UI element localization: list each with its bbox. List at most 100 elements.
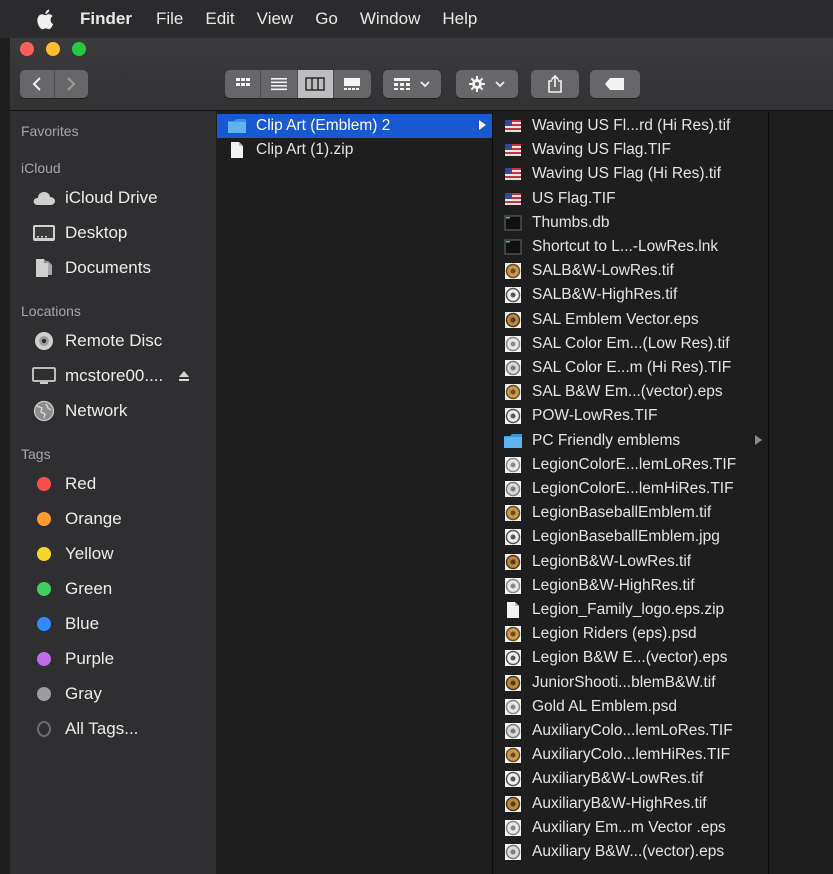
file-row-pc-friendly-emblems[interactable]: PC Friendly emblems [493, 429, 768, 453]
file-name: Clip Art (Emblem) 2 [256, 117, 391, 134]
sidebar-item-documents[interactable]: Documents [32, 254, 151, 282]
file-row-salb-w-highres-tif[interactable]: SALB&W-HighRes.tif [493, 283, 768, 307]
column-view-button[interactable] [297, 70, 334, 98]
file-row-salb-w-lowres-tif[interactable]: SALB&W-LowRes.tif [493, 259, 768, 283]
back-button[interactable] [20, 70, 55, 98]
file-name: Shortcut to L...-LowRes.lnk [532, 238, 719, 255]
file-row-auxiliaryb-w-highres-tif[interactable]: AuxiliaryB&W-HighRes.tif [493, 792, 768, 816]
group-button[interactable] [383, 70, 441, 98]
edit-tags-button[interactable] [590, 70, 640, 98]
emblem-thumb-icon [503, 722, 523, 740]
sidebar-tag-purple[interactable]: Purple [32, 645, 114, 673]
minimize-window-button[interactable] [46, 42, 60, 56]
column-1: Clip Art (Emblem) 2 Clip Art (1).zip [217, 111, 493, 874]
file-row-us-flag-tif[interactable]: US Flag.TIF [493, 187, 768, 211]
menu-view[interactable]: View [257, 9, 294, 29]
emblem-thumb-icon [503, 383, 523, 401]
document-icon [227, 141, 247, 159]
file-row-legion-b-w-e-vector-eps[interactable]: Legion B&W E...(vector).eps [493, 646, 768, 670]
column-3 [769, 111, 833, 874]
list-view-button[interactable] [261, 70, 298, 98]
file-row-auxiliarycolo-lemhires-tif[interactable]: AuxiliaryColo...lemHiRes.TIF [493, 743, 768, 767]
file-row-legion-family-logo-eps-zip[interactable]: Legion_Family_logo.eps.zip [493, 598, 768, 622]
file-row-thumbs-db[interactable]: Thumbs.db [493, 211, 768, 235]
file-name: Auxiliary B&W...(vector).eps [532, 843, 725, 860]
menu-edit[interactable]: Edit [205, 9, 234, 29]
sidebar-item-desktop[interactable]: Desktop [32, 219, 127, 247]
file-row-legioncolore-lemlores-tif[interactable]: LegionColorE...lemLoRes.TIF [493, 453, 768, 477]
file-row-clip-art-emblem-2[interactable]: Clip Art (Emblem) 2 [217, 114, 492, 138]
file-name: SAL B&W Em...(vector).eps [532, 383, 723, 401]
cloud-icon [32, 188, 56, 208]
sidebar-tag-gray[interactable]: Gray [32, 680, 102, 708]
gallery-view-button[interactable] [333, 70, 371, 98]
file-row-gold-al-emblem-psd[interactable]: Gold AL Emblem.psd [493, 695, 768, 719]
file-row-waving-us-fl-rd-hi-res-tif[interactable]: Waving US Fl...rd (Hi Res).tif [493, 114, 768, 138]
file-row-sal-color-e-m-hi-res-tif[interactable]: SAL Color E...m (Hi Res).TIF [493, 356, 768, 380]
sidebar-item-icloud-drive[interactable]: iCloud Drive [32, 184, 158, 212]
file-name: SALB&W-HighRes.tif [532, 286, 678, 304]
apple-logo-icon[interactable] [36, 8, 56, 30]
document-icon [503, 601, 523, 619]
gallery-icon [344, 78, 361, 90]
file-row-legion-riders-eps-psd[interactable]: Legion Riders (eps).psd [493, 622, 768, 646]
file-row-legionb-w-lowres-tif[interactable]: LegionB&W-LowRes.tif [493, 550, 768, 574]
tag-color-dot-icon [32, 579, 56, 599]
tag-color-dot-icon [32, 719, 56, 739]
emblem-thumb-icon [503, 456, 523, 474]
file-name: SAL Emblem Vector.eps [532, 310, 699, 328]
file-row-legionbaseballemblem-tif[interactable]: LegionBaseballEmblem.tif [493, 501, 768, 525]
file-row-legioncolore-lemhires-tif[interactable]: LegionColorE...lemHiRes.TIF [493, 477, 768, 501]
sidebar-tag-red[interactable]: Red [32, 470, 96, 498]
emblem-thumb-icon [503, 311, 523, 329]
file-row-legionbaseballemblem-jpg[interactable]: LegionBaseballEmblem.jpg [493, 525, 768, 549]
sidebar-item-label: Green [65, 579, 113, 598]
close-window-button[interactable] [20, 42, 34, 56]
share-button[interactable] [531, 70, 579, 98]
file-row-clip-art-1-zip[interactable]: Clip Art (1).zip [217, 138, 492, 162]
sidebar-tag-green[interactable]: Green [32, 575, 112, 603]
file-row-sal-b-w-em-vector-eps[interactable]: SAL B&W Em...(vector).eps [493, 380, 768, 404]
forward-button[interactable] [54, 70, 88, 98]
emblem-thumb-icon [503, 795, 523, 813]
file-name: AuxiliaryB&W-HighRes.tif [532, 794, 707, 812]
file-row-auxiliarycolo-lemlores-tif[interactable]: AuxiliaryColo...lemLoRes.TIF [493, 719, 768, 743]
file-row-pow-lowres-tif[interactable]: POW-LowRes.TIF [493, 404, 768, 428]
eject-icon[interactable] [177, 369, 191, 383]
sidebar-item-network[interactable]: Network [32, 397, 127, 425]
file-row-waving-us-flag-tif[interactable]: Waving US Flag.TIF [493, 138, 768, 162]
sidebar-tag-orange[interactable]: Orange [32, 505, 122, 533]
column-2: Waving US Fl...rd (Hi Res).tif Waving US … [493, 111, 769, 874]
menu-file[interactable]: File [156, 9, 183, 29]
share-icon [548, 74, 562, 93]
zoom-window-button[interactable] [72, 42, 86, 56]
file-row-waving-us-flag-hi-res-tif[interactable]: Waving US Flag (Hi Res).tif [493, 162, 768, 186]
file-row-auxiliary-b-w-vector-eps[interactable]: Auxiliary B&W...(vector).eps [493, 840, 768, 864]
file-row-auxiliaryb-w-lowres-tif[interactable]: AuxiliaryB&W-LowRes.tif [493, 767, 768, 791]
action-button[interactable] [456, 70, 518, 98]
sidebar-item-remote-disc[interactable]: Remote Disc [32, 327, 162, 355]
tag-color-dot-icon [32, 474, 56, 494]
file-row-auxiliary-em-m-vector-eps[interactable]: Auxiliary Em...m Vector .eps [493, 816, 768, 840]
sidebar-item-server[interactable]: mcstore00.... [32, 362, 191, 390]
file-name: AuxiliaryB&W-LowRes.tif [532, 770, 704, 788]
sidebar-item-label: Desktop [65, 223, 128, 242]
file-row-sal-color-em-low-res-tif[interactable]: SAL Color Em...(Low Res).tif [493, 332, 768, 356]
sidebar-tag-blue[interactable]: Blue [32, 610, 99, 638]
sidebar-tag-yellow[interactable]: Yellow [32, 540, 114, 568]
icon-view-button[interactable] [225, 70, 262, 98]
file-row-sal-emblem-vector-eps[interactable]: SAL Emblem Vector.eps [493, 308, 768, 332]
sidebar-tag-all-tags[interactable]: All Tags... [32, 715, 138, 743]
file-row-shortcut-to-l-lowres-lnk[interactable]: Shortcut to L...-LowRes.lnk [493, 235, 768, 259]
menu-window[interactable]: Window [360, 9, 420, 29]
menu-finder[interactable]: Finder [80, 9, 132, 29]
sidebar-item-label: Gray [65, 684, 102, 703]
file-name: Waving US Flag (Hi Res).tif [532, 165, 721, 183]
sidebar-item-label: Red [65, 474, 97, 493]
network-globe-icon [32, 400, 56, 422]
file-row-juniorshooti-blemb-w-tif[interactable]: JuniorShooti...blemB&W.tif [493, 671, 768, 695]
file-row-legionb-w-highres-tif[interactable]: LegionB&W-HighRes.tif [493, 574, 768, 598]
menu-go[interactable]: Go [315, 9, 338, 29]
emblem-thumb-icon [503, 698, 523, 716]
menu-help[interactable]: Help [442, 9, 477, 29]
